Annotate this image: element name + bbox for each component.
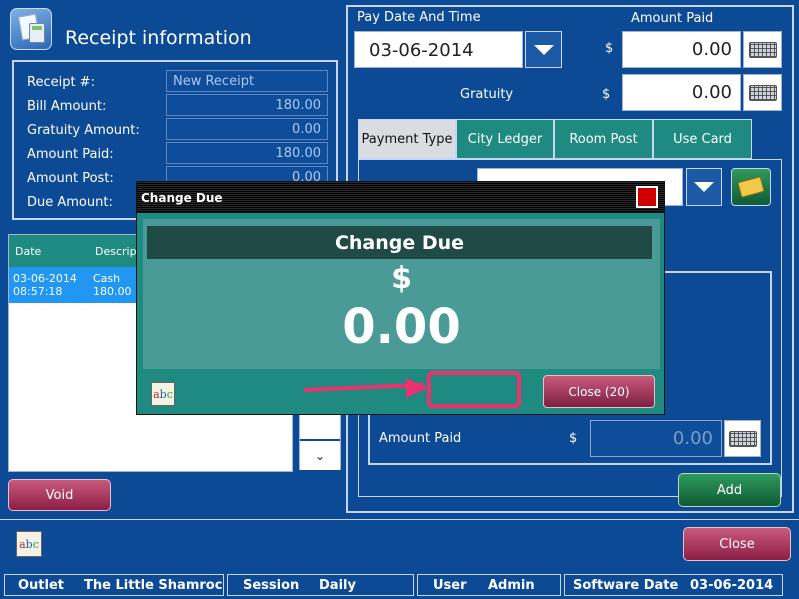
- user-label: User: [433, 578, 467, 593]
- list-scroller[interactable]: ⌄: [299, 410, 341, 470]
- keyboard-button[interactable]: [724, 420, 761, 457]
- gratuity-label: Gratuity: [460, 87, 514, 102]
- column-date: Date: [15, 245, 42, 258]
- tab-room-post[interactable]: Room Post: [554, 119, 653, 159]
- change-due-dialog: Change Due Change Due $ 0.00 abc Close (…: [136, 181, 665, 415]
- receipt-number-value: New Receipt: [166, 70, 328, 92]
- void-button[interactable]: Void: [8, 479, 111, 511]
- status-software-date: Software Date 03-06-2014: [564, 574, 783, 596]
- receipt-calculator-icon: [10, 8, 52, 50]
- change-due-amount: 0.00: [342, 299, 461, 355]
- session-label: Session: [243, 578, 300, 593]
- tab-use-card[interactable]: Use Card: [653, 119, 752, 159]
- status-outlet: Outlet The Little Shamrock: [4, 574, 224, 596]
- date-dropdown-button[interactable]: [525, 31, 562, 68]
- user-value: Admin: [488, 578, 535, 593]
- pay-date-field[interactable]: 03-06-2014: [354, 31, 523, 68]
- outlet-value: The Little Shamrock: [84, 578, 224, 593]
- dialog-close-button[interactable]: Close (20): [543, 375, 655, 408]
- card-button[interactable]: [731, 168, 771, 206]
- tab-city-ledger[interactable]: City Ledger: [456, 119, 554, 159]
- add-button[interactable]: Add: [678, 473, 781, 507]
- session-value: Daily: [319, 578, 356, 593]
- currency-symbol: $: [569, 431, 578, 446]
- page-title: Receipt information: [65, 27, 252, 49]
- annotation-arrow-head: [406, 378, 428, 398]
- chevron-down-icon: ⌄: [314, 448, 326, 463]
- currency-symbol: $: [602, 87, 611, 102]
- bill-amount-value: 180.00: [166, 94, 328, 116]
- credit-card-icon: [737, 176, 765, 198]
- pay-date-label: Pay Date And Time: [357, 10, 481, 25]
- status-user: User Admin: [417, 574, 561, 596]
- amount-paid-label: Amount Paid:: [27, 147, 114, 162]
- row-amount: 180.00: [93, 285, 132, 298]
- scroll-up-button[interactable]: [300, 411, 340, 439]
- gratuity-input[interactable]: 0.00: [622, 74, 741, 111]
- software-date-value: 03-06-2014: [690, 578, 774, 593]
- tab-payment-type[interactable]: Payment Type: [358, 119, 456, 159]
- inner-amount-paid-label: Amount Paid: [379, 431, 462, 446]
- amount-post-label: Amount Post:: [27, 171, 114, 186]
- annotation-highlight: [427, 371, 521, 408]
- spellcheck-icon[interactable]: abc: [16, 531, 42, 557]
- close-icon[interactable]: [636, 186, 658, 208]
- row-date: 03-06-2014: [13, 272, 77, 285]
- keyboard-icon: [748, 84, 777, 101]
- keyboard-icon: [748, 41, 777, 58]
- receipt-number-label: Receipt #:: [27, 75, 95, 90]
- status-session: Session Daily: [227, 574, 414, 596]
- amount-paid-input[interactable]: 0.00: [622, 31, 741, 68]
- keyboard-button[interactable]: [743, 74, 782, 111]
- currency-symbol: $: [605, 41, 614, 56]
- keyboard-icon: [728, 430, 757, 447]
- dollar-sign: $: [391, 261, 412, 296]
- chevron-down-icon: [694, 182, 714, 192]
- keyboard-button[interactable]: [743, 31, 782, 68]
- dialog-title: Change Due: [141, 191, 223, 205]
- scroll-down-button[interactable]: ⌄: [300, 441, 340, 470]
- change-due-heading: Change Due: [147, 226, 652, 259]
- outlet-label: Outlet: [18, 578, 65, 593]
- payment-type-dropdown[interactable]: [686, 168, 722, 206]
- inner-amount-paid-input[interactable]: 0.00: [590, 420, 722, 457]
- bill-amount-label: Bill Amount:: [27, 99, 107, 114]
- gratuity-amount-label: Gratuity Amount:: [27, 123, 140, 138]
- dialog-body: Change Due $ 0.00: [143, 219, 660, 369]
- gratuity-amount-value: 0.00: [166, 118, 328, 140]
- close-button[interactable]: Close: [683, 527, 791, 561]
- row-type: Cash: [93, 272, 121, 285]
- divider: [0, 519, 799, 520]
- software-date-label: Software Date: [573, 578, 679, 593]
- row-time: 08:57:18: [13, 285, 63, 298]
- amount-paid-value: 180.00: [166, 142, 328, 164]
- column-description: Descrip: [95, 245, 137, 258]
- spellcheck-icon[interactable]: abc: [151, 382, 175, 406]
- chevron-down-icon: [533, 44, 554, 55]
- amount-paid-header: Amount Paid: [631, 11, 714, 26]
- due-amount-label: Due Amount:: [27, 195, 113, 210]
